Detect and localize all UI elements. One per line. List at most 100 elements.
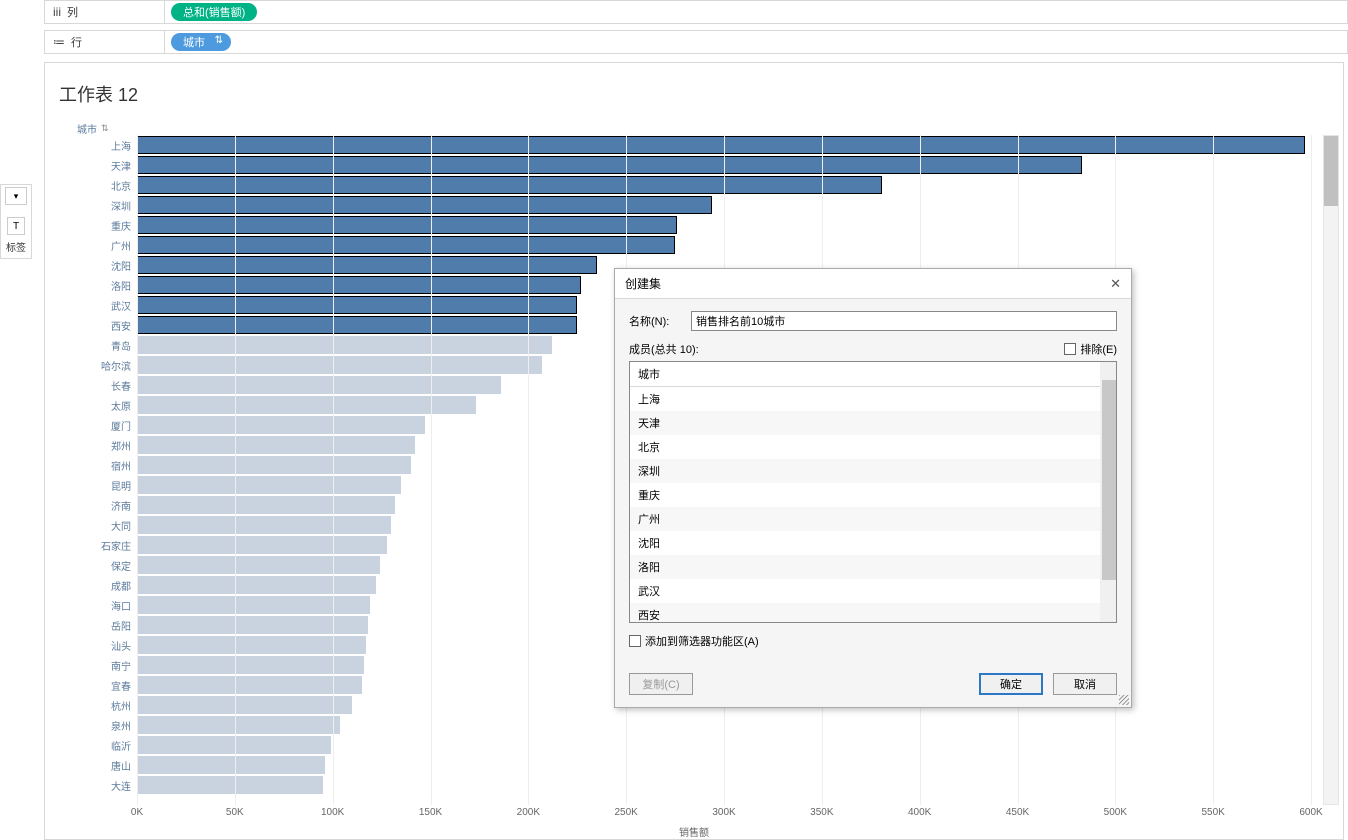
bar[interactable] <box>137 696 352 714</box>
x-tick: 250K <box>614 807 637 818</box>
bar[interactable] <box>137 476 401 494</box>
cancel-button[interactable]: 取消 <box>1053 673 1117 695</box>
bar-row[interactable]: 天津 <box>137 155 1309 175</box>
x-tick: 150K <box>419 807 442 818</box>
y-axis-label: 城市 <box>77 121 97 136</box>
bar[interactable] <box>137 496 395 514</box>
bar-label: 广州 <box>81 238 137 253</box>
member-item[interactable]: 深圳 <box>630 459 1116 483</box>
bar-label: 北京 <box>81 178 137 193</box>
sort-desc-icon: ⇅ <box>215 35 223 46</box>
viz-scrollbar[interactable] <box>1323 135 1339 805</box>
bar[interactable] <box>137 356 542 374</box>
rows-shelf-content[interactable]: 城市 ⇅ <box>165 33 1347 51</box>
bar[interactable] <box>137 176 882 194</box>
bar-label: 西安 <box>81 318 137 333</box>
dialog-resize-grip[interactable] <box>1119 695 1129 705</box>
bar-row[interactable]: 北京 <box>137 175 1309 195</box>
gridline <box>1213 135 1214 805</box>
bar[interactable] <box>137 596 370 614</box>
bar-row[interactable]: 广州 <box>137 235 1309 255</box>
x-axis[interactable]: 0K50K100K150K200K250K300K350K400K450K500… <box>137 807 1309 823</box>
x-tick: 50K <box>226 807 244 818</box>
bar-label: 哈尔滨 <box>81 358 137 373</box>
bar-row[interactable]: 临沂 <box>137 735 1309 755</box>
marks-dropdown[interactable]: ▾ <box>5 187 27 205</box>
member-item[interactable]: 西安 <box>630 603 1116 623</box>
marks-card-fragment: ▾ T 标签 <box>0 184 32 259</box>
y-axis-header[interactable]: 城市 ⇅ <box>77 121 109 136</box>
columns-pill-sum-sales[interactable]: 总和(销售额) <box>171 3 257 21</box>
label-card-icon[interactable]: T <box>7 217 25 235</box>
member-item[interactable]: 武汉 <box>630 579 1116 603</box>
gridline <box>1311 135 1312 805</box>
chevron-down-icon: ▾ <box>14 191 19 202</box>
bar[interactable] <box>137 756 325 774</box>
bar-row[interactable]: 上海 <box>137 135 1309 155</box>
columns-shelf-header: iii 列 <box>45 1 165 23</box>
bar[interactable] <box>137 136 1305 154</box>
bar[interactable] <box>137 316 577 334</box>
copy-button[interactable]: 复制(C) <box>629 673 693 695</box>
bar[interactable] <box>137 376 501 394</box>
dialog-close-button[interactable]: ✕ <box>1110 276 1121 292</box>
bar[interactable] <box>137 236 675 254</box>
bar[interactable] <box>137 716 340 734</box>
gridline <box>137 135 138 805</box>
ok-button[interactable]: 确定 <box>979 673 1043 695</box>
bar[interactable] <box>137 576 376 594</box>
rows-pill-city[interactable]: 城市 ⇅ <box>171 33 231 51</box>
member-item[interactable]: 北京 <box>630 435 1116 459</box>
bar[interactable] <box>137 676 362 694</box>
bar[interactable] <box>137 216 677 234</box>
member-item[interactable]: 天津 <box>630 411 1116 435</box>
columns-shelf[interactable]: iii 列 总和(销售额) <box>44 0 1348 24</box>
add-to-filters-checkbox[interactable]: 添加到筛选器功能区(A) <box>629 633 759 649</box>
bar-label: 岳阳 <box>81 618 137 633</box>
x-tick: 450K <box>1006 807 1029 818</box>
viz-scroll-thumb[interactable] <box>1324 136 1338 206</box>
member-item[interactable]: 沈阳 <box>630 531 1116 555</box>
member-item[interactable]: 广州 <box>630 507 1116 531</box>
bar-row[interactable]: 大连 <box>137 775 1309 795</box>
name-field-label: 名称(N): <box>629 313 683 329</box>
bar[interactable] <box>137 536 387 554</box>
rows-icon: ≔ <box>53 35 65 49</box>
members-scroll-thumb[interactable] <box>1102 380 1116 580</box>
checkbox-icon <box>1064 343 1076 355</box>
exclude-checkbox[interactable]: 排除(E) <box>1064 341 1117 357</box>
dialog-titlebar[interactable]: 创建集 ✕ <box>615 269 1131 299</box>
bar[interactable] <box>137 456 411 474</box>
member-item[interactable]: 上海 <box>630 387 1116 411</box>
columns-icon: iii <box>53 5 61 19</box>
bar[interactable] <box>137 776 323 794</box>
bar[interactable] <box>137 636 366 654</box>
bar[interactable] <box>137 156 1082 174</box>
bar[interactable] <box>137 396 476 414</box>
gridline <box>235 135 236 805</box>
bar-row[interactable]: 唐山 <box>137 755 1309 775</box>
bar-row[interactable]: 泉州 <box>137 715 1309 735</box>
set-name-input[interactable] <box>691 311 1117 331</box>
columns-label: 列 <box>67 4 78 20</box>
bar[interactable] <box>137 656 364 674</box>
bar[interactable] <box>137 336 552 354</box>
bar[interactable] <box>137 296 577 314</box>
rows-shelf[interactable]: ≔ 行 城市 ⇅ <box>44 30 1348 54</box>
member-item[interactable]: 重庆 <box>630 483 1116 507</box>
bar[interactable] <box>137 556 380 574</box>
bar[interactable] <box>137 516 391 534</box>
gridline <box>528 135 529 805</box>
bar-row[interactable]: 重庆 <box>137 215 1309 235</box>
bar[interactable] <box>137 416 425 434</box>
member-item[interactable]: 洛阳 <box>630 555 1116 579</box>
sheet-title[interactable]: 工作表 12 <box>59 81 138 107</box>
bar-label: 厦门 <box>81 418 137 433</box>
bar[interactable] <box>137 436 415 454</box>
bar[interactable] <box>137 276 581 294</box>
columns-shelf-content[interactable]: 总和(销售额) <box>165 3 1347 21</box>
members-scrollbar[interactable] <box>1100 362 1116 622</box>
gridline <box>431 135 432 805</box>
bar-row[interactable]: 深圳 <box>137 195 1309 215</box>
members-list[interactable]: 城市 上海天津北京深圳重庆广州沈阳洛阳武汉西安 <box>629 361 1117 623</box>
